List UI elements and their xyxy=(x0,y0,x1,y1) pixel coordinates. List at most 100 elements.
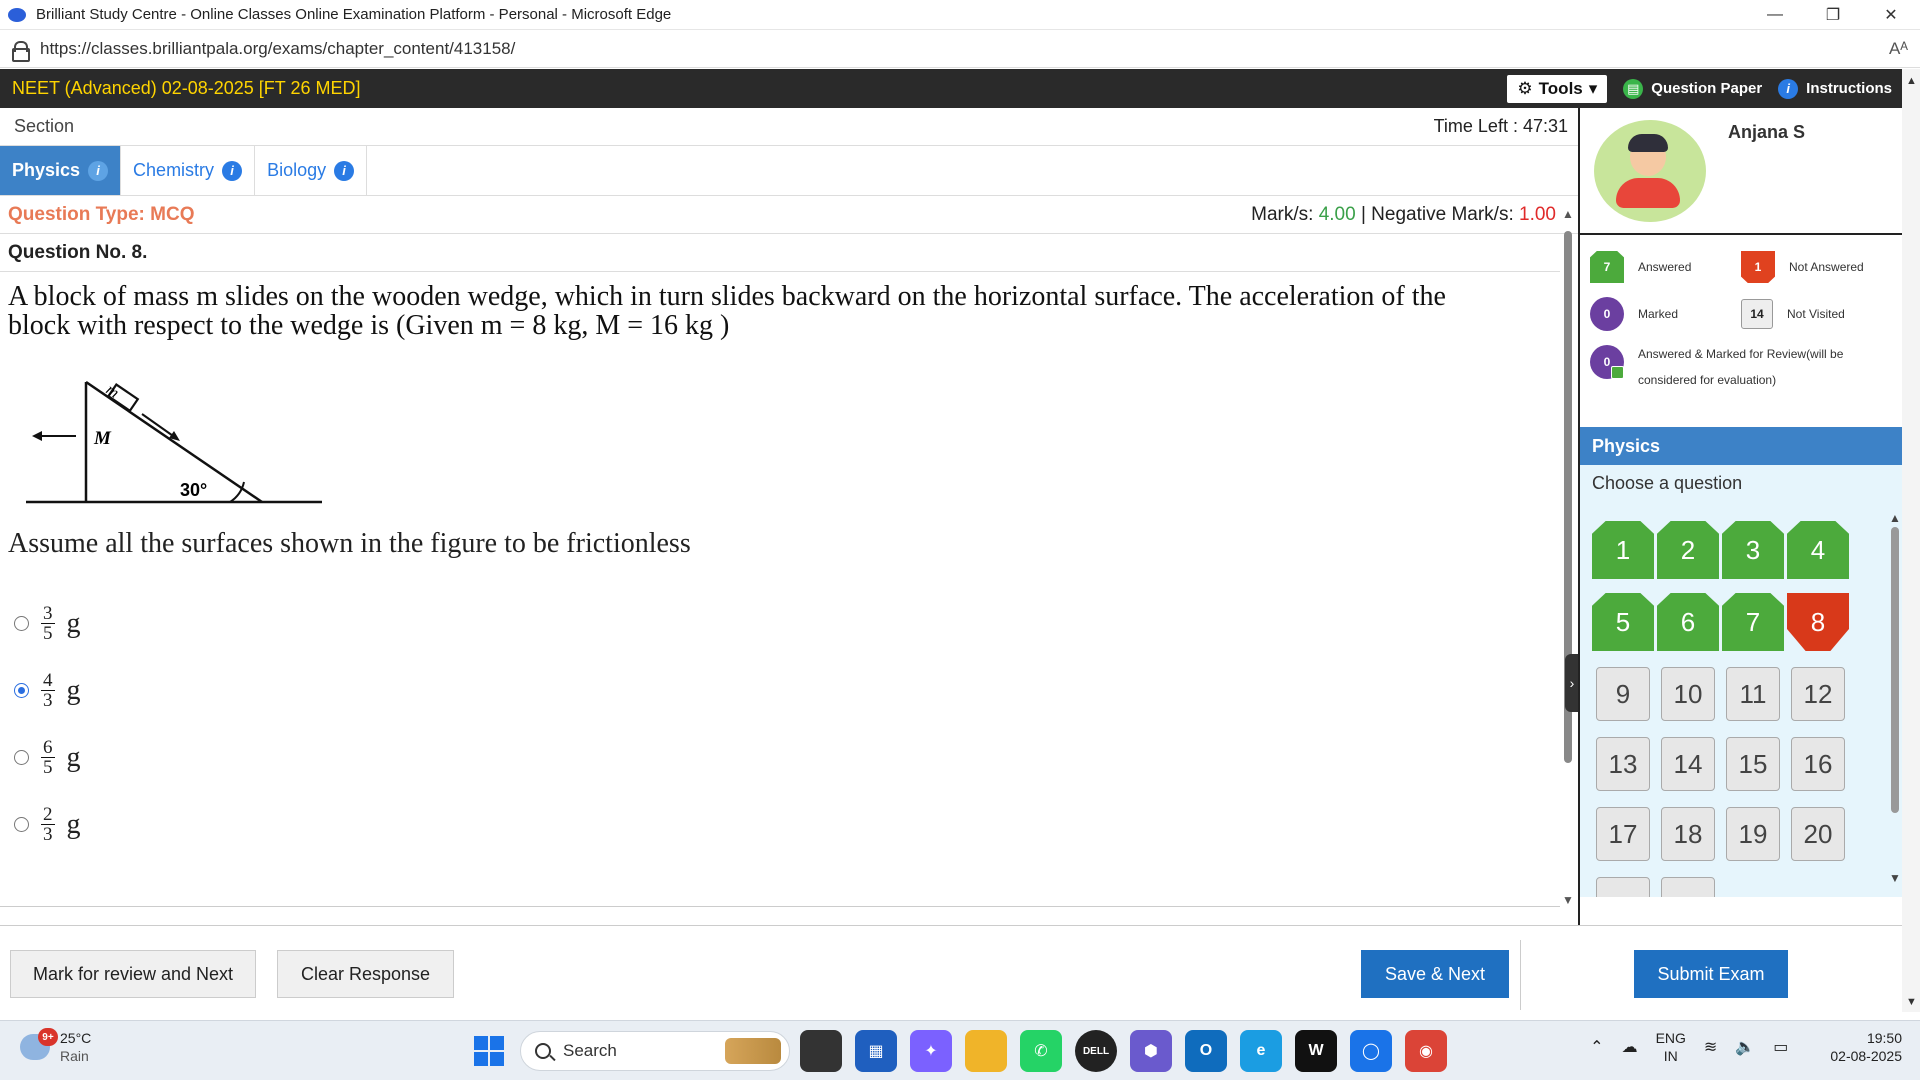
option-radio[interactable] xyxy=(14,616,29,631)
wedge-figure: m M 30° xyxy=(24,352,324,512)
question-palette-panel: Anjana S 7 Answered 1 Not Answered 0 Mar… xyxy=(1578,108,1902,928)
region-code: IN xyxy=(1663,1048,1678,1064)
cortana-icon[interactable]: ◯ xyxy=(1350,1030,1392,1072)
taskbar-search[interactable]: Search xyxy=(520,1031,790,1071)
whatsapp-icon[interactable]: ✆ xyxy=(1020,1030,1062,1072)
question-button-16[interactable]: 16 xyxy=(1791,737,1845,791)
url-text[interactable]: https://classes.brilliantpala.org/exams/… xyxy=(40,39,515,59)
scroll-down-icon[interactable]: ▼ xyxy=(1906,996,1917,1008)
answered-marked-count: 0 xyxy=(1590,345,1624,379)
not-visited-label: Not Visited xyxy=(1787,307,1845,321)
wifi-icon[interactable]: ≋ xyxy=(1704,1037,1717,1057)
clear-response-button[interactable]: Clear Response xyxy=(277,950,454,998)
submit-exam-button[interactable]: Submit Exam xyxy=(1634,950,1788,998)
option-c[interactable]: 65 g xyxy=(0,724,1578,791)
option-radio[interactable] xyxy=(14,750,29,765)
chrome-icon[interactable]: ◉ xyxy=(1405,1030,1447,1072)
page-scrollbar[interactable]: ▲ ▼ xyxy=(1902,69,1920,1012)
tab-biology[interactable]: Biology i xyxy=(255,146,368,195)
language-indicator[interactable]: ENG IN xyxy=(1656,1029,1686,1065)
question-button-11[interactable]: 11 xyxy=(1726,667,1780,721)
question-button-8[interactable]: 8 xyxy=(1787,593,1849,651)
option-radio[interactable] xyxy=(14,817,29,832)
task-view-icon[interactable] xyxy=(800,1030,842,1072)
weather-widget[interactable]: 9+ 25°C Rain xyxy=(20,1028,91,1065)
volume-icon[interactable]: 🔈 xyxy=(1735,1037,1755,1057)
tools-dropdown[interactable]: ⚙ Tools ▾ xyxy=(1507,74,1608,103)
question-button-4[interactable]: 4 xyxy=(1787,521,1849,579)
info-icon[interactable]: i xyxy=(334,160,355,181)
question-button-17[interactable]: 17 xyxy=(1596,807,1650,861)
question-button-3[interactable]: 3 xyxy=(1722,521,1784,579)
webex-icon[interactable]: W xyxy=(1295,1030,1337,1072)
marks-prefix: Mark/s: xyxy=(1251,203,1319,225)
minimize-button[interactable]: — xyxy=(1746,0,1804,30)
marks-info: Mark/s: 4.00 | Negative Mark/s: 1.00 xyxy=(1251,204,1556,226)
notification-badge: 9+ xyxy=(38,1028,58,1046)
edge-icon[interactable]: e xyxy=(1240,1030,1282,1072)
restore-button[interactable]: ❐ xyxy=(1804,0,1862,30)
question-type: Question Type: MCQ xyxy=(8,203,195,225)
file-explorer-icon[interactable] xyxy=(965,1030,1007,1072)
tab-chemistry[interactable]: Chemistry i xyxy=(121,146,256,195)
marked-label: Marked xyxy=(1638,307,1679,321)
scroll-up-icon[interactable]: ▲ xyxy=(1889,511,1901,525)
question-button-2[interactable]: 2 xyxy=(1657,521,1719,579)
tab-label: Biology xyxy=(267,160,327,180)
question-button-18[interactable]: 18 xyxy=(1661,807,1715,861)
weather-icon: 9+ xyxy=(20,1028,58,1060)
lock-icon[interactable] xyxy=(12,40,30,62)
question-button-19[interactable]: 19 xyxy=(1726,807,1780,861)
cloud-offline-icon[interactable]: ☁ xyxy=(1622,1037,1638,1057)
store-icon[interactable]: ▦ xyxy=(855,1030,897,1072)
collapse-panel-button[interactable]: › xyxy=(1565,654,1579,712)
option-a[interactable]: 35 g xyxy=(0,590,1578,657)
mark-review-next-button[interactable]: Mark for review and Next xyxy=(10,950,256,998)
tab-physics[interactable]: Physics i xyxy=(0,146,122,195)
question-button-7[interactable]: 7 xyxy=(1722,593,1784,651)
question-button-20[interactable]: 20 xyxy=(1791,807,1845,861)
question-button-13[interactable]: 13 xyxy=(1596,737,1650,791)
question-grid: 1 2 3 4 5 6 7 8 9 10 11 12 13 14 15 16 17 18 19 20 xyxy=(1592,521,1862,897)
clock[interactable]: 19:50 02-08-2025 xyxy=(1830,1029,1902,1065)
address-bar[interactable]: https://classes.brilliantpala.org/exams/… xyxy=(0,30,1920,68)
scroll-up-icon[interactable]: ▲ xyxy=(1562,207,1574,221)
question-paper-link[interactable]: ▤ Question Paper xyxy=(1623,78,1762,99)
question-button-partial-20[interactable] xyxy=(1596,877,1650,897)
scroll-up-icon[interactable]: ▲ xyxy=(1906,75,1917,87)
legend-not-visited: 14 Not Visited xyxy=(1741,299,1892,329)
question-button-5[interactable]: 5 xyxy=(1592,593,1654,651)
outlook-icon[interactable]: O xyxy=(1185,1030,1227,1072)
save-next-button[interactable]: Save & Next xyxy=(1361,950,1509,998)
assumption-text: Assume all the surfaces shown in the fig… xyxy=(8,528,691,559)
close-button[interactable]: ✕ xyxy=(1862,0,1920,30)
info-icon[interactable]: i xyxy=(222,160,243,181)
question-button-6[interactable]: 6 xyxy=(1657,593,1719,651)
read-aloud-icon[interactable]: Aᴬ xyxy=(1889,39,1908,59)
dell-icon[interactable]: DELL xyxy=(1075,1030,1117,1072)
scroll-down-icon[interactable]: ▼ xyxy=(1562,893,1574,907)
instructions-link[interactable]: i Instructions xyxy=(1778,78,1892,99)
palette-scrollbar[interactable]: ▲ ▼ xyxy=(1888,505,1902,885)
option-b[interactable]: 43 g xyxy=(0,657,1578,724)
denominator: 5 xyxy=(43,757,53,778)
question-button-14[interactable]: 14 xyxy=(1661,737,1715,791)
question-button-10[interactable]: 10 xyxy=(1661,667,1715,721)
battery-icon[interactable]: ▭ xyxy=(1773,1037,1788,1057)
question-button-9[interactable]: 9 xyxy=(1596,667,1650,721)
copilot-icon[interactable]: ✦ xyxy=(910,1030,952,1072)
question-button-partial-21[interactable] xyxy=(1661,877,1715,897)
option-radio-selected[interactable] xyxy=(14,683,29,698)
question-button-1[interactable]: 1 xyxy=(1592,521,1654,579)
chevron-up-icon[interactable]: ⌃ xyxy=(1590,1037,1603,1057)
question-button-12[interactable]: 12 xyxy=(1791,667,1845,721)
scroll-thumb[interactable] xyxy=(1891,527,1899,813)
question-scrollbar[interactable]: ▲ ▼ xyxy=(1561,207,1575,907)
info-icon[interactable]: i xyxy=(88,160,109,181)
scroll-down-icon[interactable]: ▼ xyxy=(1889,871,1901,885)
question-button-15[interactable]: 15 xyxy=(1726,737,1780,791)
m365-icon[interactable]: ⬢ xyxy=(1130,1030,1172,1072)
windows-start-icon[interactable] xyxy=(474,1036,504,1066)
question-number: Question No. 8. xyxy=(0,234,1560,272)
option-d[interactable]: 23 g xyxy=(0,791,1578,858)
